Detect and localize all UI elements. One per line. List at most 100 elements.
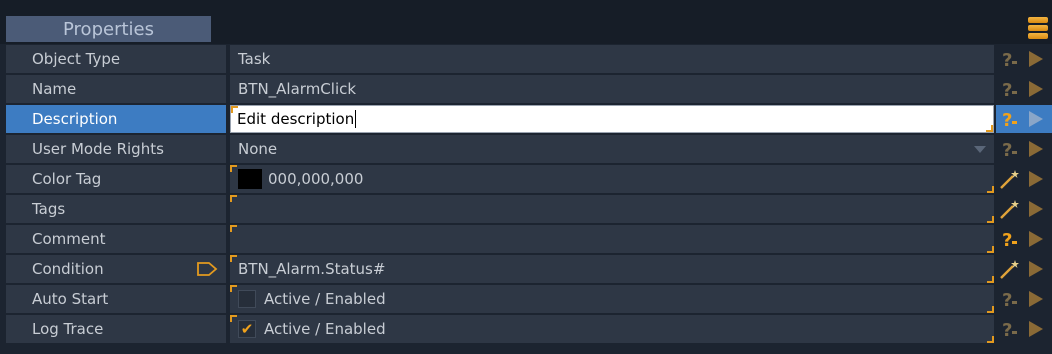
property-name: Name xyxy=(6,75,226,103)
property-value: Task xyxy=(230,45,994,73)
help-icon[interactable]: ? xyxy=(998,317,1022,341)
property-row-description: Description Edit description ? xyxy=(6,105,1052,133)
row-actions: ? xyxy=(996,315,1052,343)
checkbox-label: Active / Enabled xyxy=(264,290,386,308)
edit-marker xyxy=(230,315,237,322)
help-icon[interactable]: ? xyxy=(998,137,1022,161)
property-name-text: Condition xyxy=(32,260,104,278)
edit-marker xyxy=(986,125,993,132)
property-value[interactable]: BTN_Alarm.Status# xyxy=(230,255,994,283)
property-name: Object Type xyxy=(6,45,226,73)
property-value[interactable] xyxy=(230,225,994,253)
edit-marker xyxy=(230,285,237,292)
property-name: Comment xyxy=(6,225,226,253)
property-row-name: Name BTN_AlarmClick ? xyxy=(6,75,1052,103)
text-caret xyxy=(355,110,357,128)
svg-text:?: ? xyxy=(1002,320,1012,340)
edit-marker xyxy=(987,276,994,283)
svg-text:?: ? xyxy=(1002,140,1012,160)
properties-header: Properties xyxy=(0,0,1052,44)
property-value[interactable] xyxy=(230,195,994,223)
help-icon[interactable]: ? xyxy=(998,47,1022,71)
edit-marker xyxy=(230,195,237,202)
value-text: Edit description xyxy=(237,110,355,128)
edit-marker xyxy=(987,336,994,343)
row-actions: ? xyxy=(996,135,1052,163)
help-icon[interactable]: ? xyxy=(998,107,1022,131)
help-icon[interactable]: ? xyxy=(998,77,1022,101)
row-actions: ? xyxy=(996,75,1052,103)
row-actions xyxy=(996,255,1052,283)
row-actions xyxy=(996,195,1052,223)
edit-marker xyxy=(987,246,994,253)
property-grid: Object Type Task ? Name BTN_AlarmClick ?… xyxy=(6,45,1052,345)
property-row-object-type: Object Type Task ? xyxy=(6,45,1052,73)
property-name: Description xyxy=(6,105,226,133)
svg-text:?: ? xyxy=(1002,230,1012,250)
auto-start-checkbox[interactable] xyxy=(238,290,256,308)
description-input[interactable]: Edit description xyxy=(230,105,994,133)
color-swatch[interactable] xyxy=(238,169,262,189)
svg-text:?: ? xyxy=(1002,110,1012,130)
row-actions: ? xyxy=(996,45,1052,73)
help-icon[interactable]: ? xyxy=(998,287,1022,311)
svg-text:?: ? xyxy=(1002,290,1012,310)
value-text: None xyxy=(238,140,278,158)
menu-icon[interactable] xyxy=(1028,17,1048,41)
property-name: Auto Start xyxy=(6,285,226,313)
edit-marker xyxy=(230,255,237,262)
svg-text:?: ? xyxy=(1002,80,1012,100)
edit-marker xyxy=(231,106,238,113)
value-text: Task xyxy=(238,50,271,68)
row-actions: ? xyxy=(996,285,1052,313)
property-value[interactable]: BTN_AlarmClick xyxy=(230,75,994,103)
log-trace-checkbox[interactable]: ✔ xyxy=(238,320,256,338)
property-value[interactable]: 000,000,000 xyxy=(230,165,994,193)
property-name: Color Tag xyxy=(6,165,226,193)
play-icon[interactable] xyxy=(1024,288,1046,310)
property-value: ✔ Active / Enabled xyxy=(230,315,994,343)
play-icon[interactable] xyxy=(1024,78,1046,100)
play-icon[interactable] xyxy=(1024,258,1046,280)
property-value: Active / Enabled xyxy=(230,285,994,313)
play-icon[interactable] xyxy=(1024,318,1046,340)
chevron-down-icon[interactable] xyxy=(974,146,986,153)
row-actions xyxy=(996,165,1052,193)
property-row-condition: Condition BTN_Alarm.Status# xyxy=(6,255,1052,283)
value-text: BTN_AlarmClick xyxy=(238,80,357,98)
wand-icon[interactable] xyxy=(998,197,1022,221)
row-actions: ? xyxy=(996,225,1052,253)
property-name: User Mode Rights xyxy=(6,135,226,163)
properties-panel: Properties Object Type Task ? Name BTN_A… xyxy=(0,0,1052,354)
value-text: 000,000,000 xyxy=(268,170,364,188)
play-icon[interactable] xyxy=(1024,108,1046,130)
property-row-user-mode-rights: User Mode Rights None ? xyxy=(6,135,1052,163)
play-icon[interactable] xyxy=(1024,138,1046,160)
play-icon[interactable] xyxy=(1024,168,1046,190)
wand-icon[interactable] xyxy=(998,167,1022,191)
property-row-color-tag: Color Tag 000,000,000 xyxy=(6,165,1052,193)
property-row-log-trace: Log Trace ✔ Active / Enabled ? xyxy=(6,315,1052,343)
edit-marker xyxy=(230,165,237,172)
property-row-auto-start: Auto Start Active / Enabled ? xyxy=(6,285,1052,313)
wand-icon[interactable] xyxy=(998,257,1022,281)
user-mode-rights-dropdown[interactable]: None xyxy=(230,135,994,163)
property-name: Condition xyxy=(6,255,226,283)
tag-icon[interactable] xyxy=(196,261,218,277)
play-icon[interactable] xyxy=(1024,228,1046,250)
help-icon[interactable]: ? xyxy=(998,227,1022,251)
property-name: Tags xyxy=(6,195,226,223)
properties-tab[interactable]: Properties xyxy=(6,16,211,42)
svg-text:?: ? xyxy=(1002,50,1012,70)
edit-marker xyxy=(987,306,994,313)
checkbox-label: Active / Enabled xyxy=(264,320,386,338)
edit-marker xyxy=(230,225,237,232)
property-row-comment: Comment ? xyxy=(6,225,1052,253)
play-icon[interactable] xyxy=(1024,48,1046,70)
value-text: BTN_Alarm.Status# xyxy=(238,260,386,278)
edit-marker xyxy=(987,186,994,193)
play-icon[interactable] xyxy=(1024,198,1046,220)
property-name: Log Trace xyxy=(6,315,226,343)
property-row-tags: Tags xyxy=(6,195,1052,223)
checkmark-icon: ✔ xyxy=(240,319,254,338)
